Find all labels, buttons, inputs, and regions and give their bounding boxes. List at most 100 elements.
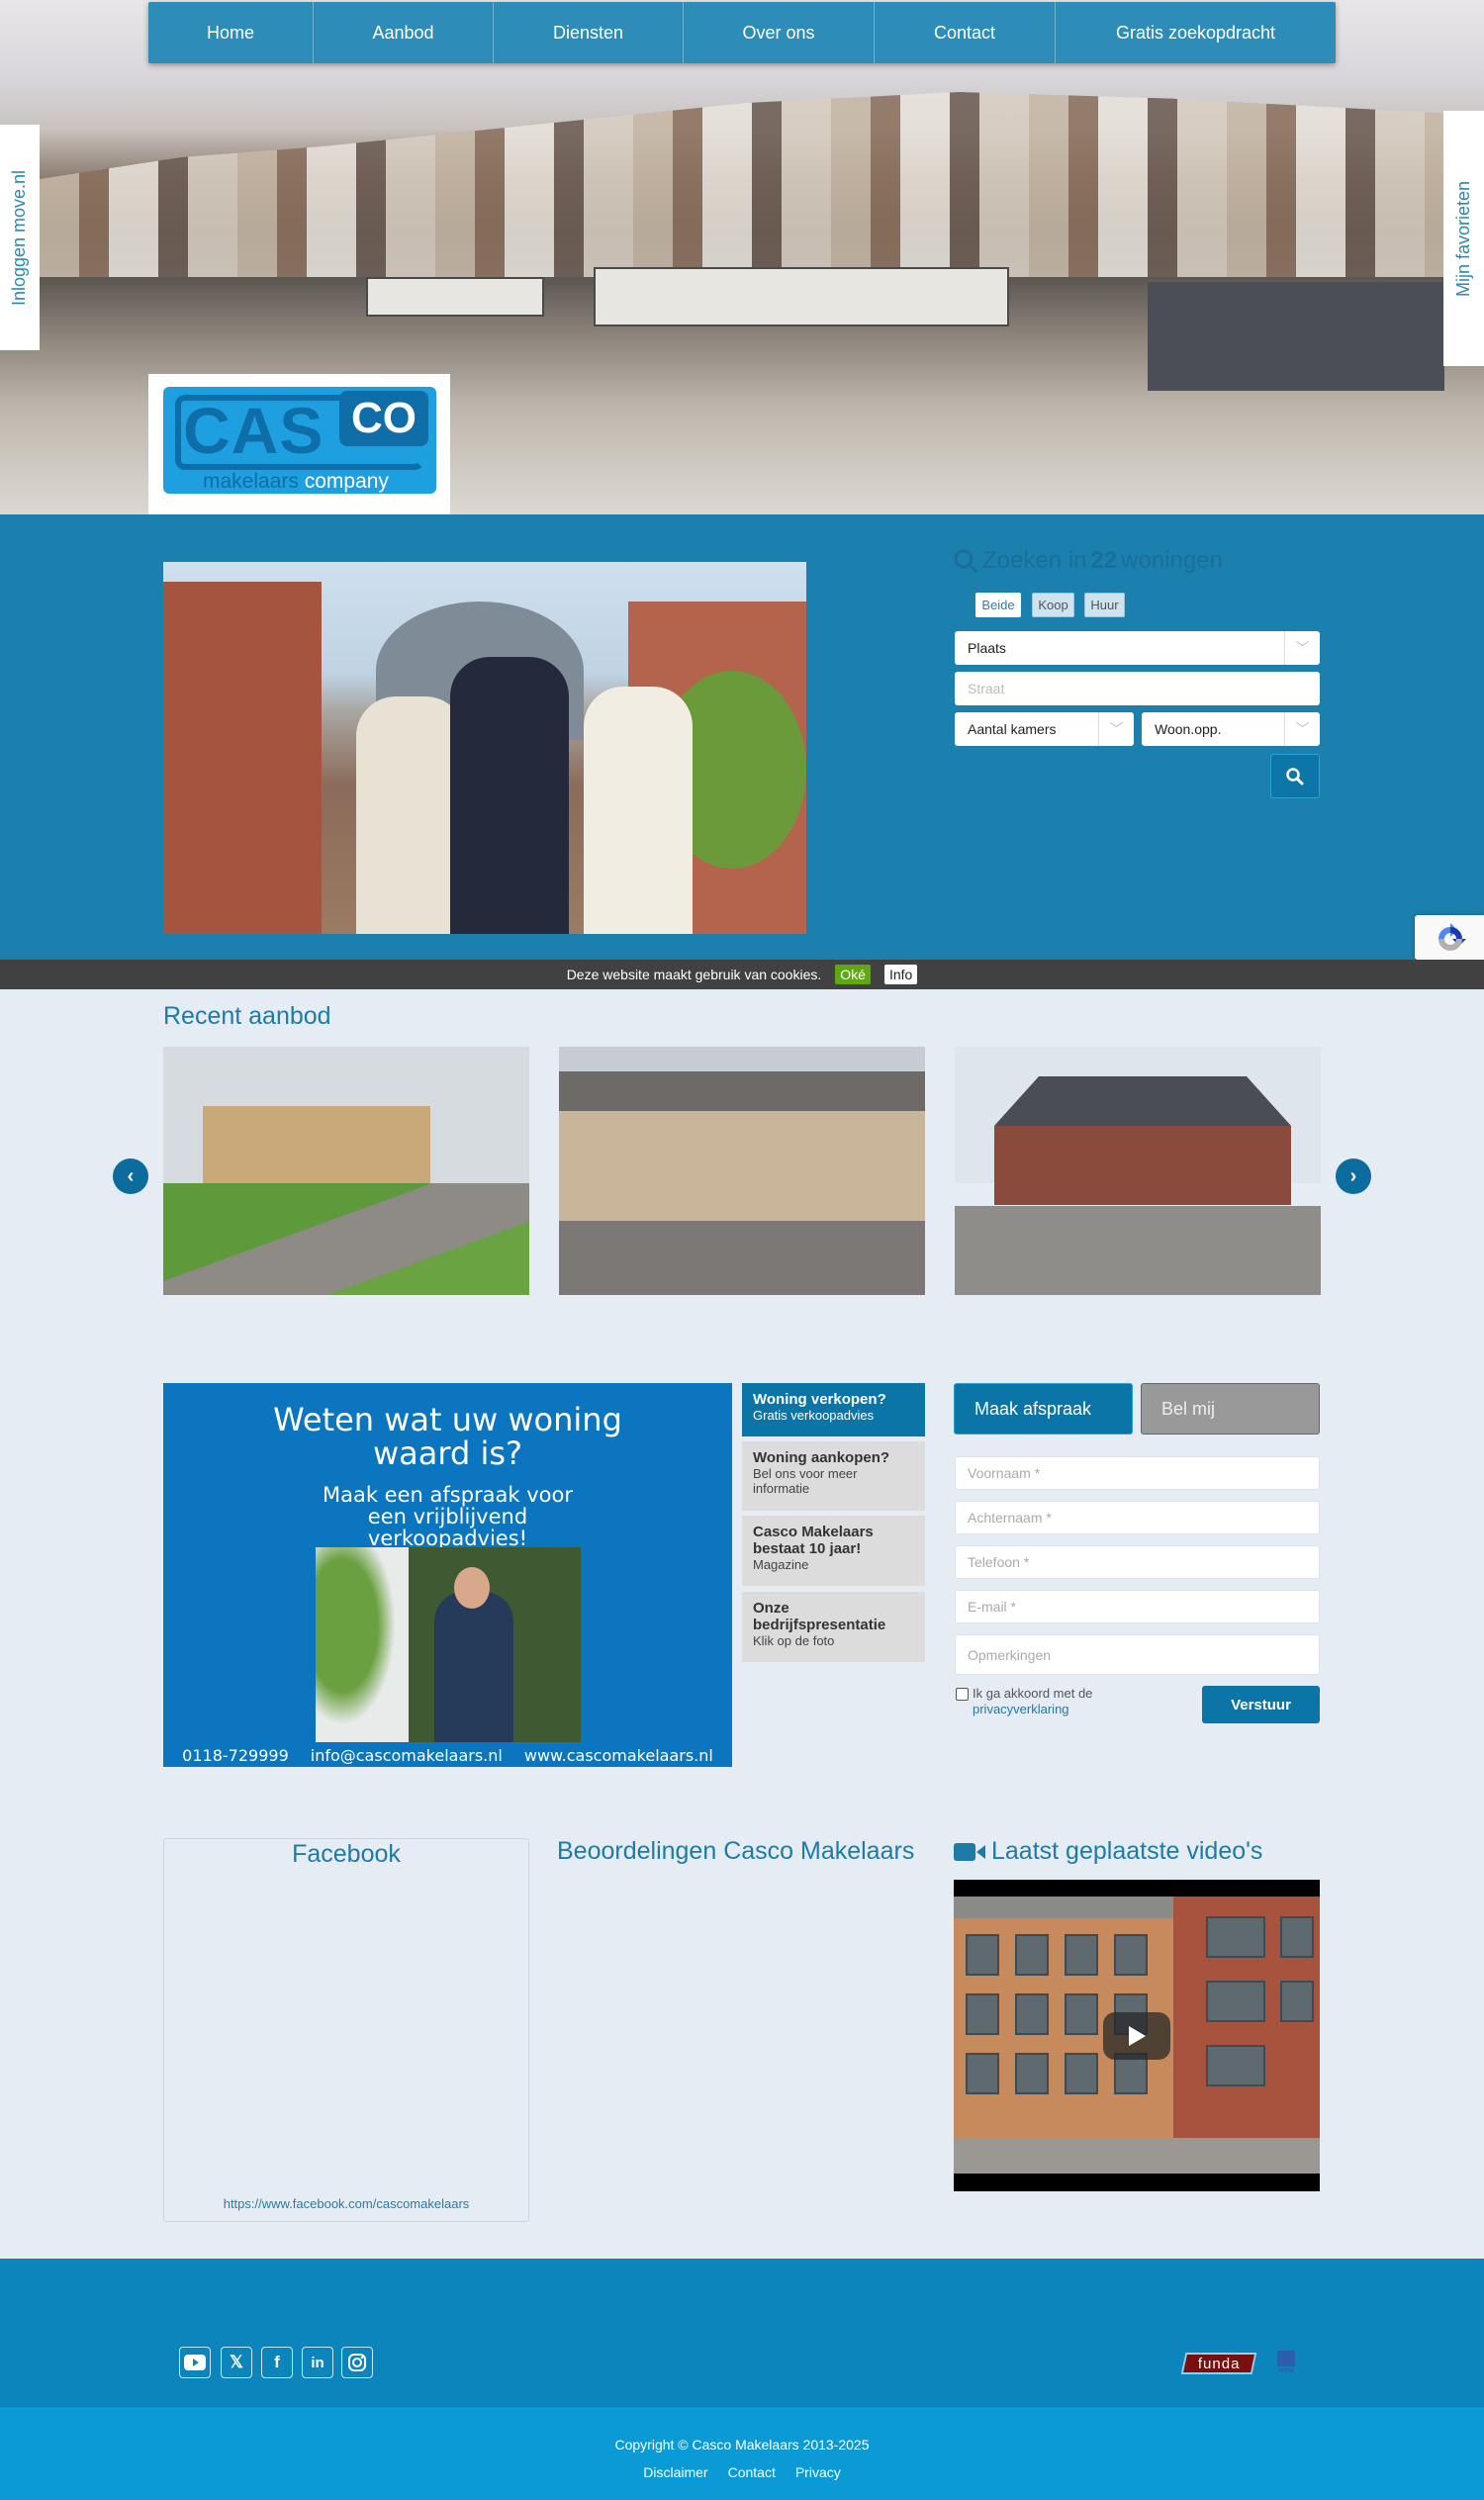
nav-diensten[interactable]: Diensten — [494, 2, 684, 63]
houseboat — [366, 277, 544, 317]
cookie-text: Deze website maakt gebruik van cookies. — [566, 967, 822, 982]
listing-building — [559, 1111, 925, 1230]
funda-logo[interactable]: funda — [1180, 2353, 1257, 2374]
telefoon-input[interactable]: Telefoon * — [955, 1545, 1320, 1579]
recaptcha-badge[interactable] — [1415, 915, 1484, 960]
type-huur-button[interactable]: Huur — [1084, 593, 1125, 617]
opmerkingen-textarea[interactable]: Opmerkingen — [955, 1634, 1320, 1675]
side-link-magazine[interactable]: Casco Makelaars bestaat 10 jaar! Magazin… — [742, 1516, 925, 1586]
kamers-select[interactable]: Aantal kamers ﹀ — [955, 712, 1134, 746]
thumb-window — [966, 2053, 999, 2094]
nav-aanbod[interactable]: Aanbod — [314, 2, 494, 63]
videos-title: Laatst geplaatste video's — [954, 1837, 1262, 1866]
chevron-right-icon: › — [1349, 1164, 1357, 1187]
search-title: Zoeken in 22 woningen — [953, 547, 1223, 575]
listing-card[interactable] — [163, 1047, 529, 1295]
search-title-suffix: woningen — [1121, 547, 1223, 574]
thumb-window — [1206, 1981, 1265, 2022]
linkedin-icon[interactable]: in — [302, 2347, 333, 2378]
footer-link-disclaimer[interactable]: Disclaimer — [643, 2464, 707, 2480]
nav-home[interactable]: Home — [148, 2, 314, 63]
thumb-sky — [954, 1897, 1173, 1918]
privacy-label: Ik ga akkoord met de privacyverklaring — [973, 1686, 1092, 1717]
search-button[interactable] — [1270, 754, 1320, 798]
listing-ground — [955, 1205, 1321, 1295]
casco-logo: CAS CO makelaars company — [163, 387, 436, 494]
cookie-ok-button[interactable]: Oké — [835, 965, 871, 984]
type-beide-button[interactable]: Beide — [975, 593, 1021, 617]
nav-over-ons[interactable]: Over ons — [684, 2, 875, 63]
privacy-checkbox[interactable] — [956, 1688, 969, 1701]
achternaam-input[interactable]: Achternaam * — [955, 1501, 1320, 1534]
instagram-icon[interactable] — [341, 2347, 373, 2378]
promo-banner[interactable]: Weten wat uw woning waard is? Maak een a… — [163, 1383, 732, 1767]
footer-bottom: Copyright © Casco Makelaars 2013-2025 Di… — [0, 2407, 1484, 2500]
search-title-prefix: Zoeken in — [982, 547, 1087, 574]
woonopp-select[interactable]: Woon.opp. ﹀ — [1142, 712, 1320, 746]
thumb-window — [1280, 1916, 1314, 1958]
listing-card[interactable] — [955, 1047, 1321, 1295]
youtube-icon[interactable] — [179, 2347, 211, 2378]
facebook-link[interactable]: https://www.facebook.com/cascomakelaars — [164, 2196, 528, 2211]
privacy-link[interactable]: privacyverklaring — [973, 1702, 1092, 1717]
logo-cas: CAS — [183, 394, 325, 467]
thumb-window — [1206, 2045, 1265, 2086]
nvm-mark — [1277, 2351, 1295, 2366]
facebook-widget: Facebook https://www.facebook.com/cascom… — [163, 1838, 529, 2222]
voornaam-input[interactable]: Voornaam * — [955, 1456, 1320, 1490]
houseboat — [594, 267, 1009, 326]
chevron-left-icon: ‹ — [127, 1164, 135, 1187]
videos-title-text: Laatst geplaatste video's — [991, 1837, 1263, 1865]
recaptcha-icon — [1438, 923, 1466, 951]
hero-buildings-image — [40, 92, 1454, 277]
footer-link-privacy[interactable]: Privacy — [795, 2464, 841, 2480]
straat-input[interactable]: Straat — [955, 672, 1320, 705]
logo-co: CO — [339, 391, 428, 446]
plaats-select[interactable]: Plaats ﹀ — [955, 631, 1320, 665]
favorites-tab[interactable]: Mijn favorieten — [1443, 111, 1484, 366]
side-link-verkopen[interactable]: Woning verkopen? Gratis verkoopadvies — [742, 1383, 925, 1436]
carousel-next-button[interactable]: › — [1336, 1158, 1371, 1194]
tab-maak-afspraak[interactable]: Maak afspraak — [954, 1383, 1133, 1435]
thumb-window — [1114, 1934, 1148, 1976]
video-player[interactable] — [954, 1880, 1320, 2191]
facebook-icon[interactable]: f — [261, 2347, 293, 2378]
thumb-window — [1065, 1934, 1098, 1976]
footer-link-contact[interactable]: Contact — [728, 2464, 776, 2480]
nvm-label: NVM — [1278, 2367, 1294, 2374]
submit-button[interactable]: Verstuur — [1202, 1686, 1320, 1723]
facebook-title: Facebook — [292, 1840, 401, 1868]
x-twitter-icon[interactable]: 𝕏 — [221, 2347, 252, 2378]
login-tab[interactable]: Inloggen move.nl — [0, 125, 40, 350]
side-link-sub: Magazine — [753, 1557, 809, 1572]
search-count: 22 — [1090, 547, 1118, 574]
tab-bel-mij[interactable]: Bel mij — [1141, 1383, 1320, 1435]
thumb-window — [1280, 1981, 1314, 2022]
nav-contact[interactable]: Contact — [875, 2, 1056, 63]
logo-tag-right: company — [304, 470, 389, 493]
logo-link[interactable]: CAS CO makelaars company — [148, 374, 450, 514]
thumb-window — [966, 1993, 999, 2035]
side-link-aankopen[interactable]: Woning aankopen? Bel ons voor meer infor… — [742, 1441, 925, 1511]
carousel-prev-button[interactable]: ‹ — [113, 1158, 148, 1194]
nvm-logo[interactable]: NVM — [1277, 2351, 1295, 2374]
privacy-text: Ik ga akkoord met de — [973, 1686, 1093, 1701]
listing-card[interactable] — [559, 1047, 925, 1295]
chevron-down-icon: ﹀ — [1284, 631, 1320, 665]
photo-person-head — [454, 1567, 490, 1609]
side-link-sub: Gratis verkoopadvies — [753, 1408, 875, 1423]
thumb-window — [966, 1934, 999, 1976]
favorites-tab-label: Mijn favorieten — [1453, 180, 1473, 297]
side-link-title: Casco Makelaars bestaat 10 jaar! — [753, 1524, 874, 1557]
cookie-info-button[interactable]: Info — [883, 965, 918, 984]
nav-gratis-zoekopdracht[interactable]: Gratis zoekopdracht — [1056, 2, 1336, 63]
play-button[interactable] — [1103, 2012, 1170, 2060]
team-photo — [163, 562, 806, 934]
chevron-down-icon: ﹀ — [1284, 712, 1320, 746]
thumb-window — [1065, 2053, 1098, 2094]
thumb-window — [1015, 1993, 1049, 2035]
email-input[interactable]: E-mail * — [955, 1590, 1320, 1623]
side-link-presentatie[interactable]: Onze bedrijfspresentatie Klik op de foto — [742, 1592, 925, 1662]
type-koop-button[interactable]: Koop — [1032, 593, 1074, 617]
footer-links: Disclaimer Contact Privacy — [0, 2464, 1484, 2480]
